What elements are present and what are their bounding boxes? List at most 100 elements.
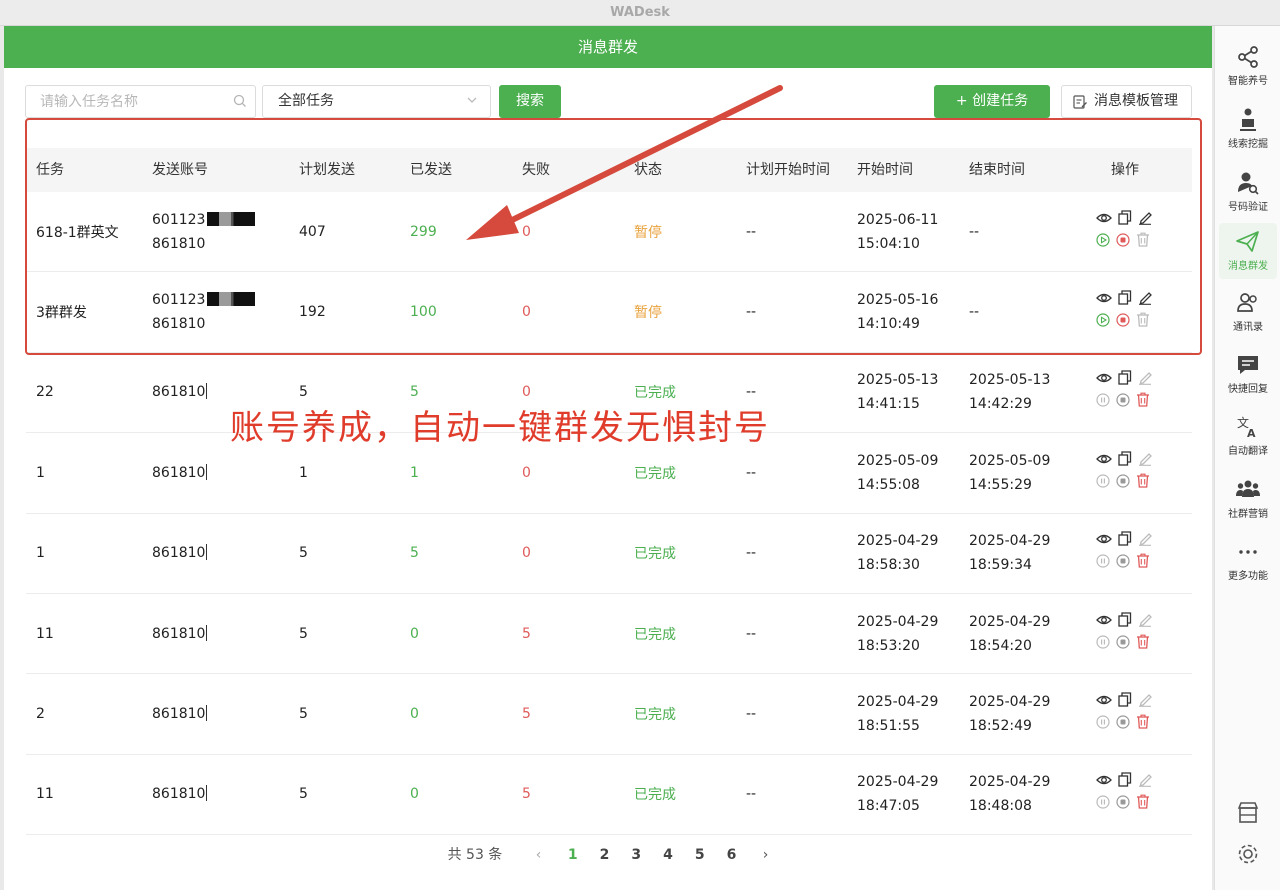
page-4-button[interactable]: 4 bbox=[663, 838, 673, 872]
edit-icon[interactable] bbox=[1138, 210, 1152, 225]
play-icon[interactable] bbox=[1096, 313, 1110, 327]
cell-task: 1 bbox=[36, 545, 45, 562]
pause-icon[interactable] bbox=[1096, 393, 1110, 408]
view-icon[interactable] bbox=[1096, 452, 1112, 466]
view-icon[interactable] bbox=[1096, 371, 1112, 385]
cell-actions bbox=[1096, 692, 1166, 736]
pause-icon[interactable] bbox=[1096, 635, 1110, 649]
stop-icon[interactable] bbox=[1116, 795, 1130, 810]
delete-icon[interactable] bbox=[1136, 392, 1150, 408]
cell-actions bbox=[1096, 210, 1166, 254]
copy-icon[interactable] bbox=[1118, 210, 1132, 225]
cell-task: 11 bbox=[36, 625, 54, 642]
page-5-button[interactable]: 5 bbox=[695, 838, 705, 872]
template-manage-button[interactable]: 消息模板管理 bbox=[1061, 85, 1192, 118]
edit-icon[interactable] bbox=[1138, 451, 1152, 466]
cell-planned: 5 bbox=[299, 706, 308, 723]
copy-icon[interactable] bbox=[1118, 531, 1132, 546]
view-icon[interactable] bbox=[1096, 693, 1112, 707]
sidebar-item-share-nodes[interactable]: 智能养号 bbox=[1219, 38, 1277, 94]
view-icon[interactable] bbox=[1096, 773, 1112, 787]
pagination-total: 共 53 条 bbox=[447, 847, 503, 863]
stop-icon[interactable] bbox=[1116, 233, 1130, 247]
stop-icon[interactable] bbox=[1116, 554, 1130, 568]
pause-icon[interactable] bbox=[1096, 795, 1110, 810]
cell-failed: 0 bbox=[522, 384, 531, 401]
delete-icon[interactable] bbox=[1136, 634, 1150, 649]
cell-failed: 0 bbox=[522, 304, 531, 321]
edit-document-icon bbox=[1073, 95, 1087, 109]
task-filter-select[interactable]: 全部任务 bbox=[262, 85, 491, 118]
svg-text:A: A bbox=[1247, 427, 1256, 440]
edit-icon[interactable] bbox=[1138, 612, 1152, 627]
cell-actions bbox=[1096, 451, 1166, 495]
header-col-failed: 失败 bbox=[522, 162, 550, 178]
sidebar-item-label: 智能养号 bbox=[1228, 76, 1268, 87]
sidebar-item-label: 号码验证 bbox=[1228, 202, 1268, 213]
sidebar-item-chat-bubble[interactable]: 快捷回复 bbox=[1219, 346, 1277, 402]
delete-icon[interactable] bbox=[1136, 794, 1150, 810]
stop-icon[interactable] bbox=[1116, 635, 1130, 649]
sidebar-item-group[interactable]: 社群营销 bbox=[1219, 471, 1277, 527]
sidebar-item-more-dots[interactable]: 更多功能 bbox=[1219, 533, 1277, 589]
sidebar-item-translate[interactable]: 文 A 自动翻译 bbox=[1219, 408, 1277, 464]
stop-icon[interactable] bbox=[1116, 313, 1130, 327]
delete-icon[interactable] bbox=[1136, 473, 1150, 488]
page-3-button[interactable]: 3 bbox=[631, 838, 641, 872]
pause-icon[interactable] bbox=[1096, 554, 1110, 568]
edit-icon[interactable] bbox=[1138, 290, 1152, 305]
cell-end-time: -- bbox=[969, 223, 980, 240]
page-2-button[interactable]: 2 bbox=[600, 838, 610, 872]
sidebar-item-user-search[interactable]: 号码验证 bbox=[1219, 164, 1277, 220]
cell-start-time: 2025-04-29 18:47:05 bbox=[857, 774, 939, 815]
sidebar-item-person-dig[interactable]: 线索挖掘 bbox=[1219, 101, 1277, 157]
delete-icon[interactable] bbox=[1136, 714, 1150, 729]
view-icon[interactable] bbox=[1096, 532, 1112, 546]
copy-icon[interactable] bbox=[1118, 451, 1132, 466]
cell-planned: 5 bbox=[299, 545, 308, 562]
copy-icon[interactable] bbox=[1118, 611, 1132, 627]
stop-icon[interactable] bbox=[1116, 474, 1130, 488]
copy-icon[interactable] bbox=[1118, 772, 1132, 788]
cell-task: 618-1群英文 bbox=[36, 224, 119, 241]
next-page-icon[interactable]: › bbox=[763, 838, 769, 872]
stop-icon[interactable] bbox=[1116, 715, 1130, 729]
sidebar-item-paper-plane[interactable]: 消息群发 bbox=[1219, 223, 1277, 279]
annotation-text: 账号养成，自动一键群发无惧封号 bbox=[230, 408, 770, 448]
page-6-button[interactable]: 6 bbox=[727, 838, 737, 872]
search-icon[interactable] bbox=[233, 94, 247, 108]
create-task-button[interactable]: + 创建任务 bbox=[934, 85, 1050, 118]
search-input[interactable] bbox=[26, 86, 216, 117]
pause-icon[interactable] bbox=[1096, 715, 1110, 729]
edit-icon[interactable] bbox=[1138, 370, 1152, 386]
account-line: 861810 bbox=[152, 235, 206, 252]
page-1-button[interactable]: 1 bbox=[568, 838, 578, 872]
view-icon[interactable] bbox=[1096, 291, 1112, 305]
play-icon[interactable] bbox=[1096, 233, 1110, 247]
copy-icon[interactable] bbox=[1118, 370, 1132, 386]
delete-icon[interactable] bbox=[1136, 312, 1150, 327]
cell-account: 601123 861810 bbox=[152, 208, 256, 256]
table-row: 1 861810 5 5 0 已完成 -- 2025-04-29 18:58:30 2025-04… bbox=[26, 514, 1192, 594]
edit-icon[interactable] bbox=[1138, 531, 1152, 547]
search-button[interactable]: 搜索 bbox=[499, 85, 561, 118]
delete-icon[interactable] bbox=[1136, 232, 1150, 247]
pause-icon[interactable] bbox=[1096, 474, 1110, 488]
view-icon[interactable] bbox=[1096, 211, 1112, 225]
cell-planned: 5 bbox=[299, 786, 308, 803]
edit-icon[interactable] bbox=[1138, 772, 1152, 788]
edit-icon[interactable] bbox=[1138, 692, 1152, 707]
sidebar-item-contacts[interactable]: 通讯录 bbox=[1219, 284, 1277, 340]
cell-end-time: 2025-05-13 14:42:29 bbox=[969, 372, 1051, 413]
share-nodes-icon bbox=[1238, 46, 1258, 68]
store-icon[interactable] bbox=[1235, 800, 1261, 826]
copy-icon[interactable] bbox=[1118, 290, 1132, 305]
gear-icon[interactable] bbox=[1235, 841, 1261, 867]
paper-plane-icon bbox=[1236, 231, 1259, 252]
cell-sent: 299 bbox=[410, 223, 437, 240]
prev-page-icon[interactable]: ‹ bbox=[536, 838, 542, 872]
delete-icon[interactable] bbox=[1136, 553, 1150, 568]
stop-icon[interactable] bbox=[1116, 393, 1130, 408]
copy-icon[interactable] bbox=[1118, 692, 1132, 707]
view-icon[interactable] bbox=[1096, 613, 1112, 627]
